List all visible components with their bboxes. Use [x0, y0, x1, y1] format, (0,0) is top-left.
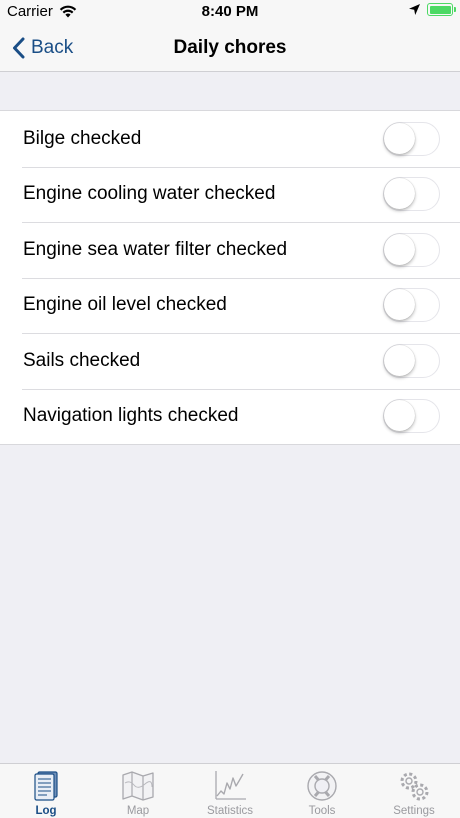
list-item: Sails checked	[0, 333, 460, 389]
list-item: Navigation lights checked	[0, 388, 460, 445]
navigation-lights-toggle[interactable]	[383, 399, 440, 434]
tab-label: Log	[35, 805, 57, 817]
list-item: Engine cooling water checked	[0, 166, 460, 223]
chore-label: Engine cooling water checked	[23, 183, 276, 205]
status-right	[408, 3, 456, 16]
tab-label: Tools	[308, 805, 336, 817]
chart-icon	[215, 771, 246, 800]
tab-label: Map	[126, 805, 150, 817]
sails-toggle[interactable]	[383, 343, 440, 378]
tab-log[interactable]: Log	[0, 764, 92, 818]
gears-icon	[400, 772, 429, 801]
list-item: Bilge checked	[0, 111, 460, 167]
map-icon	[122, 771, 154, 801]
page-title: Daily chores	[173, 37, 287, 58]
engine-cooling-water-toggle[interactable]	[383, 177, 440, 212]
battery-icon	[427, 3, 456, 16]
lifebuoy-icon	[307, 771, 337, 801]
status-bar: Carrier 8:40 PM	[0, 0, 460, 24]
location-arrow-icon	[409, 4, 420, 15]
tab-statistics[interactable]: Statistics	[184, 764, 276, 818]
toggle-knob	[384, 400, 415, 432]
navigation-bar: Back Daily chores	[0, 24, 460, 72]
chore-label: Sails checked	[23, 349, 141, 371]
toggle-knob	[384, 289, 415, 321]
engine-oil-level-toggle[interactable]	[383, 288, 440, 323]
toggle-knob	[384, 178, 415, 210]
list-item: Engine oil level checked	[0, 277, 460, 334]
logbook-icon	[34, 771, 58, 801]
list-item: Engine sea water filter checked	[0, 222, 460, 278]
chore-label: Navigation lights checked	[23, 405, 239, 427]
tab-label: Settings	[393, 805, 435, 817]
toggle-knob	[384, 122, 415, 154]
status-time: 8:40 PM	[201, 3, 259, 20]
chores-list: Bilge checked Engine cooling water check…	[0, 110, 460, 445]
bilge-toggle[interactable]	[383, 121, 440, 156]
toggle-knob	[384, 233, 415, 265]
chore-label: Engine oil level checked	[23, 294, 227, 316]
tab-settings[interactable]: Settings	[368, 764, 460, 818]
tab-label: Statistics	[206, 805, 253, 817]
engine-sea-water-filter-toggle[interactable]	[383, 232, 440, 267]
tab-tools[interactable]: Tools	[276, 764, 368, 818]
tab-bar: Log Map Statistics Tools Settings	[0, 763, 460, 818]
chore-label: Engine sea water filter checked	[23, 238, 288, 260]
tab-map[interactable]: Map	[92, 764, 184, 818]
chore-label: Bilge checked	[23, 127, 142, 149]
toggle-knob	[384, 344, 415, 376]
